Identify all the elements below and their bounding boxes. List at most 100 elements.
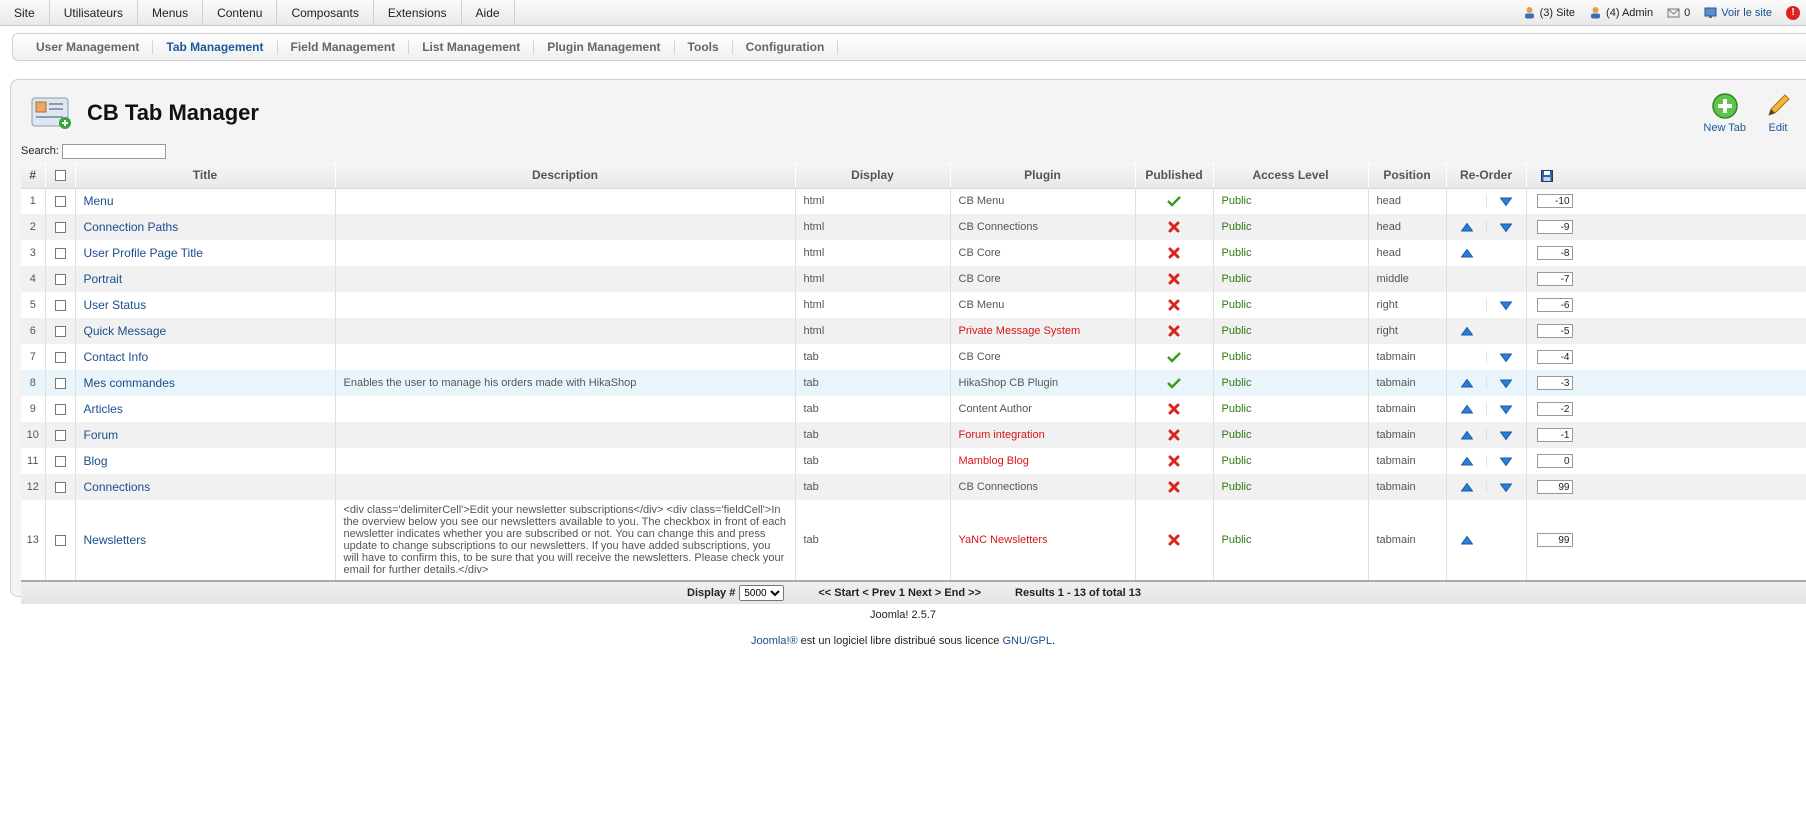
move-down-icon[interactable] <box>1499 223 1512 232</box>
row-order-input[interactable] <box>1536 272 1573 286</box>
row-order-input[interactable] <box>1536 246 1573 260</box>
row-access-label[interactable]: Public <box>1222 351 1252 363</box>
move-up-icon[interactable] <box>1461 535 1473 545</box>
move-down-icon[interactable] <box>1499 431 1512 440</box>
row-title-link[interactable]: Forum <box>84 428 119 442</box>
row-published[interactable] <box>1135 214 1214 240</box>
move-down-icon[interactable] <box>1499 405 1512 414</box>
row-checkbox-cell[interactable] <box>45 500 76 580</box>
row-order-input[interactable] <box>1536 376 1573 390</box>
row-published[interactable] <box>1135 474 1214 500</box>
row-access-label[interactable]: Public <box>1222 221 1252 233</box>
col-description[interactable]: Description <box>335 162 796 189</box>
row-checkbox-cell[interactable] <box>45 240 76 266</box>
row-order-input[interactable] <box>1536 194 1573 209</box>
unpublished-x-icon[interactable] <box>1168 403 1180 415</box>
row-checkbox-cell[interactable] <box>45 188 76 214</box>
row-order-input[interactable] <box>1536 220 1573 234</box>
move-up-icon[interactable] <box>1461 456 1473 466</box>
warning-icon[interactable]: ! <box>1786 5 1800 20</box>
row-checkbox-cell[interactable] <box>45 396 76 422</box>
row-checkbox-cell[interactable] <box>45 474 76 500</box>
published-check-icon[interactable] <box>1167 351 1181 363</box>
row-title-link[interactable]: Blog <box>84 454 108 468</box>
row-checkbox-cell[interactable] <box>45 448 76 474</box>
row-access-label[interactable]: Public <box>1222 325 1252 337</box>
move-down-icon[interactable] <box>1499 483 1512 492</box>
top-menu-item[interactable]: Contenu <box>203 0 278 25</box>
submenu-item[interactable]: Field Management <box>278 40 410 54</box>
row-checkbox-cell[interactable] <box>45 292 76 318</box>
admin-users-status[interactable]: (4) Admin <box>1589 6 1653 19</box>
unpublished-x-icon[interactable] <box>1168 273 1180 285</box>
move-down-icon[interactable] <box>1499 197 1512 206</box>
top-menu-item[interactable]: Site <box>0 0 50 25</box>
row-published[interactable] <box>1135 344 1214 370</box>
view-site-label[interactable]: Voir le site <box>1721 7 1772 19</box>
edit-button[interactable]: Edit <box>1764 92 1792 134</box>
move-down-icon[interactable] <box>1499 379 1512 388</box>
row-published[interactable] <box>1135 422 1214 448</box>
row-checkbox[interactable] <box>54 247 66 259</box>
row-checkbox[interactable] <box>54 429 66 441</box>
row-order-input[interactable] <box>1536 402 1573 416</box>
row-published[interactable] <box>1135 266 1214 292</box>
published-check-icon[interactable] <box>1167 377 1181 389</box>
row-published[interactable] <box>1135 370 1214 396</box>
row-checkbox[interactable] <box>54 455 66 467</box>
row-order-input[interactable] <box>1536 350 1573 364</box>
row-title-link[interactable]: Articles <box>84 402 123 416</box>
row-title-link[interactable]: Newsletters <box>84 533 147 547</box>
submenu-item[interactable]: Tab Management <box>153 40 278 54</box>
col-access[interactable]: Access Level <box>1213 162 1369 189</box>
site-users-status[interactable]: (3) Site <box>1523 6 1575 19</box>
row-access-label[interactable]: Public <box>1222 403 1252 415</box>
row-title-link[interactable]: Connection Paths <box>84 220 179 234</box>
col-save-order[interactable] <box>1526 162 1806 189</box>
row-access-label[interactable]: Public <box>1222 534 1252 546</box>
row-published[interactable] <box>1135 318 1214 344</box>
submenu-item[interactable]: List Management <box>409 40 535 54</box>
row-checkbox[interactable] <box>54 299 66 311</box>
row-order-input[interactable] <box>1536 480 1573 494</box>
row-checkbox-cell[interactable] <box>45 266 76 292</box>
unpublished-x-icon[interactable] <box>1168 429 1180 441</box>
row-access-label[interactable]: Public <box>1222 273 1252 285</box>
display-count-select[interactable]: 5000 <box>739 585 785 601</box>
move-up-icon[interactable] <box>1461 430 1473 440</box>
unpublished-x-icon[interactable] <box>1168 299 1180 311</box>
row-order-input[interactable] <box>1536 298 1573 312</box>
row-checkbox[interactable] <box>54 481 66 493</box>
top-menu-item[interactable]: Composants <box>277 0 374 25</box>
row-title-link[interactable]: Contact Info <box>84 350 149 364</box>
submenu-item[interactable]: Plugin Management <box>534 40 675 54</box>
move-up-icon[interactable] <box>1461 326 1473 336</box>
row-access-label[interactable]: Public <box>1222 299 1252 311</box>
row-access-label[interactable]: Public <box>1222 247 1252 259</box>
col-title[interactable]: Title <box>75 162 336 189</box>
move-down-icon[interactable] <box>1499 353 1512 362</box>
move-up-icon[interactable] <box>1461 248 1473 258</box>
row-title-link[interactable]: User Status <box>84 298 147 312</box>
unpublished-x-icon[interactable] <box>1168 481 1180 493</box>
row-checkbox[interactable] <box>54 325 66 337</box>
row-checkbox[interactable] <box>54 195 66 207</box>
pagination-nav[interactable]: << Start < Prev 1 Next > End >> <box>818 587 981 599</box>
submenu-item[interactable]: Tools <box>675 40 733 54</box>
row-order-input[interactable] <box>1536 533 1573 547</box>
col-select-all[interactable] <box>45 162 76 189</box>
submenu-item[interactable]: User Management <box>23 40 154 54</box>
row-published[interactable] <box>1135 240 1214 266</box>
row-checkbox[interactable] <box>54 403 66 415</box>
move-up-icon[interactable] <box>1461 222 1473 232</box>
unpublished-x-icon[interactable] <box>1168 247 1180 259</box>
save-icon[interactable] <box>1540 169 1553 182</box>
col-reorder[interactable]: Re-Order <box>1446 162 1527 189</box>
row-order-input[interactable] <box>1536 428 1573 442</box>
unpublished-x-icon[interactable] <box>1168 455 1180 467</box>
col-display[interactable]: Display <box>795 162 951 189</box>
unpublished-x-icon[interactable] <box>1168 534 1180 546</box>
move-up-icon[interactable] <box>1461 482 1473 492</box>
top-menu-item[interactable]: Menus <box>138 0 204 25</box>
new-tab-button[interactable]: New Tab <box>1703 92 1746 134</box>
